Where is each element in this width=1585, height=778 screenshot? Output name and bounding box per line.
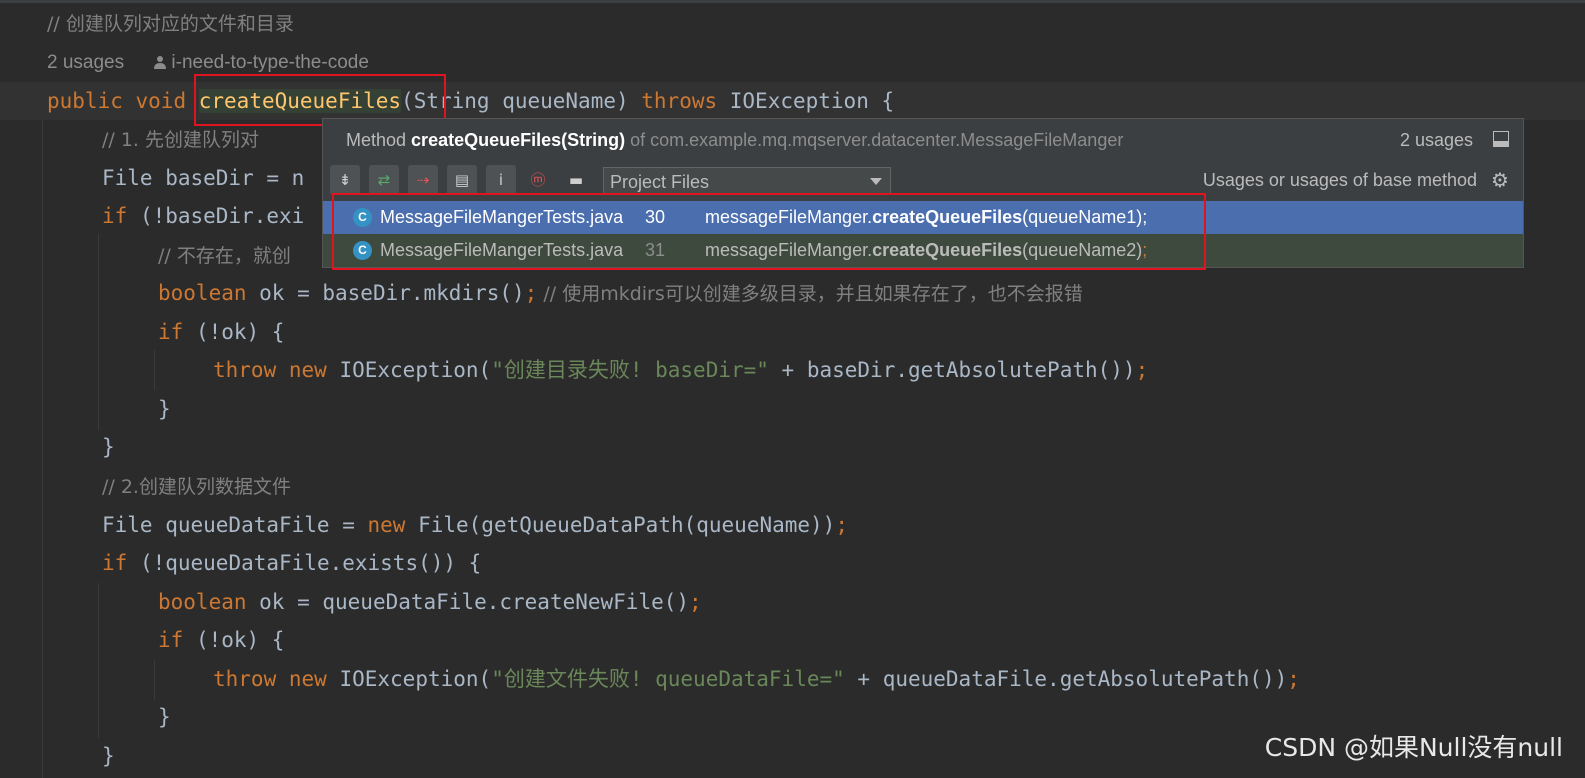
code-text: ok = baseDir.mkdirs(): [246, 281, 525, 305]
exception-type: IOException {: [717, 89, 895, 113]
keyword-public: public: [47, 89, 123, 113]
brace: }: [102, 744, 115, 768]
keyword-if: if: [102, 551, 128, 575]
keyword-throw: throw: [213, 358, 277, 382]
code-text: (!ok) {: [183, 628, 285, 652]
semicolon: ;: [524, 281, 538, 305]
code-text: IOException(: [326, 667, 492, 691]
code-line-17: throw new IOException("创建文件失败! queueData…: [213, 660, 1300, 698]
code-line-16: if (!ok) {: [158, 621, 284, 659]
code-line-3: // 1. 先创建队列对: [102, 120, 259, 158]
highlight-usages-box: [332, 193, 1206, 270]
semicolon: ;: [689, 590, 702, 614]
pin-to-tool-window-icon[interactable]: [1493, 131, 1509, 147]
watermark: CSDN @如果Null没有null: [1264, 733, 1563, 762]
brace: }: [102, 435, 115, 459]
preview-icon[interactable]: ▬: [561, 165, 591, 195]
method-owner: of com.example.mq.mqserver.datacenter.Me…: [625, 130, 1124, 150]
brace: }: [158, 705, 171, 729]
keyword-void: void: [135, 89, 187, 113]
code-line-13: File queueDataFile = new File(getQueueDa…: [102, 506, 848, 544]
indent-guide: [98, 234, 99, 430]
popup-header: Method createQueueFiles(String) of com.e…: [323, 119, 1523, 161]
popup-title: Method createQueueFiles(String) of com.e…: [346, 119, 1123, 161]
keyword-throws: throws: [641, 89, 718, 113]
group-by-directory-icon[interactable]: ▤: [447, 165, 477, 195]
show-write-access-icon[interactable]: ⇢: [408, 165, 438, 195]
title-prefix: Method: [346, 130, 412, 150]
indent-guide: [98, 583, 99, 738]
code-text: + queueDataFile.getAbsolutePath()): [844, 667, 1288, 691]
keyword-throw: throw: [213, 667, 277, 691]
method-signature: createQueueFiles(String): [411, 130, 626, 150]
code-text: File queueDataFile =: [102, 513, 368, 537]
code-text: ok = queueDataFile.createNewFile(): [246, 590, 690, 614]
author-name: i-need-to-type-the-code: [171, 52, 369, 73]
module-icon[interactable]: ⓜ: [523, 165, 553, 195]
code-line-10: }: [158, 390, 171, 428]
keyword-boolean: boolean: [158, 590, 247, 614]
code-text: IOException(: [326, 358, 492, 382]
comment: // 2.创建队列数据文件: [102, 476, 291, 498]
indent-guide: [154, 350, 155, 390]
code-line-5: if (!baseDir.exi: [102, 197, 304, 235]
code-line-12: // 2.创建队列数据文件: [102, 467, 291, 505]
usages-hint[interactable]: 2 usages: [47, 52, 124, 73]
chevron-down-icon: [870, 178, 882, 185]
code-line-9: throw new IOException("创建目录失败! baseDir="…: [213, 351, 1148, 389]
code-text: (!queueDataFile.exists()) {: [127, 551, 482, 575]
usage-count: 2 usages: [1399, 130, 1473, 150]
code-text: (!baseDir.exi: [127, 204, 305, 228]
gear-icon[interactable]: ⚙: [1491, 170, 1511, 190]
code-line-19: }: [102, 737, 115, 775]
code-line-8: if (!ok) {: [158, 313, 284, 351]
string-literal: "创建文件失败! queueDataFile=": [491, 667, 845, 691]
comment: // 使用mkdirs可以创建多级目录，并且如果存在了，也不会报错: [537, 283, 1083, 305]
code-line-15: boolean ok = queueDataFile.createNewFile…: [158, 583, 702, 621]
comment: // 1. 先创建队列对: [102, 129, 260, 151]
indent-guide: [42, 118, 43, 778]
keyword-new: new: [288, 667, 327, 691]
code-line-4: File baseDir = n: [102, 159, 304, 197]
usage-filter-label: Usages or usages of base method: [1202, 170, 1477, 190]
comment: // 不存在，就创: [158, 245, 291, 267]
keyword-if: if: [158, 628, 184, 652]
info-icon[interactable]: i: [486, 165, 516, 195]
scope-value: Project Files: [610, 172, 710, 192]
code-text: (!ok) {: [183, 320, 285, 344]
code-line-1: // 创建队列对应的文件和目录: [47, 4, 294, 42]
comment: // 创建队列对应的文件和目录: [47, 13, 294, 35]
code-line-7: boolean ok = baseDir.mkdirs(); // 使用mkdi…: [158, 274, 1083, 312]
indent-guide: [154, 660, 155, 700]
keyword-boolean: boolean: [158, 281, 247, 305]
semicolon: ;: [1135, 358, 1149, 382]
code-text: + baseDir.getAbsolutePath()): [768, 358, 1136, 382]
keyword-new: new: [367, 513, 406, 537]
code-text: File(getQueueDataPath(queueName)): [405, 513, 836, 537]
merge-usages-icon[interactable]: ⇟: [330, 165, 360, 195]
semicolon: ;: [835, 513, 848, 537]
code-line-18: }: [158, 698, 171, 736]
code-editor[interactable]: // 创建队列对应的文件和目录 2 usages i-need-to-type-…: [0, 0, 1585, 778]
scope-select[interactable]: Project Files: [603, 167, 891, 195]
author-hint[interactable]: i-need-to-type-the-code: [153, 52, 369, 73]
show-read-access-icon[interactable]: ⇄: [369, 165, 399, 195]
code-line-6: // 不存在，就创: [158, 236, 291, 274]
brace: }: [158, 397, 171, 421]
keyword-new: new: [288, 358, 327, 382]
person-icon: [154, 56, 167, 69]
string-literal: "创建目录失败! baseDir=": [491, 358, 769, 382]
keyword-if: if: [102, 204, 128, 228]
semicolon: ;: [1287, 667, 1300, 691]
code-text: File baseDir = n: [102, 166, 305, 190]
keyword-if: if: [158, 320, 184, 344]
code-line-11: }: [102, 428, 115, 466]
code-line-14: if (!queueDataFile.exists()) {: [102, 544, 481, 582]
